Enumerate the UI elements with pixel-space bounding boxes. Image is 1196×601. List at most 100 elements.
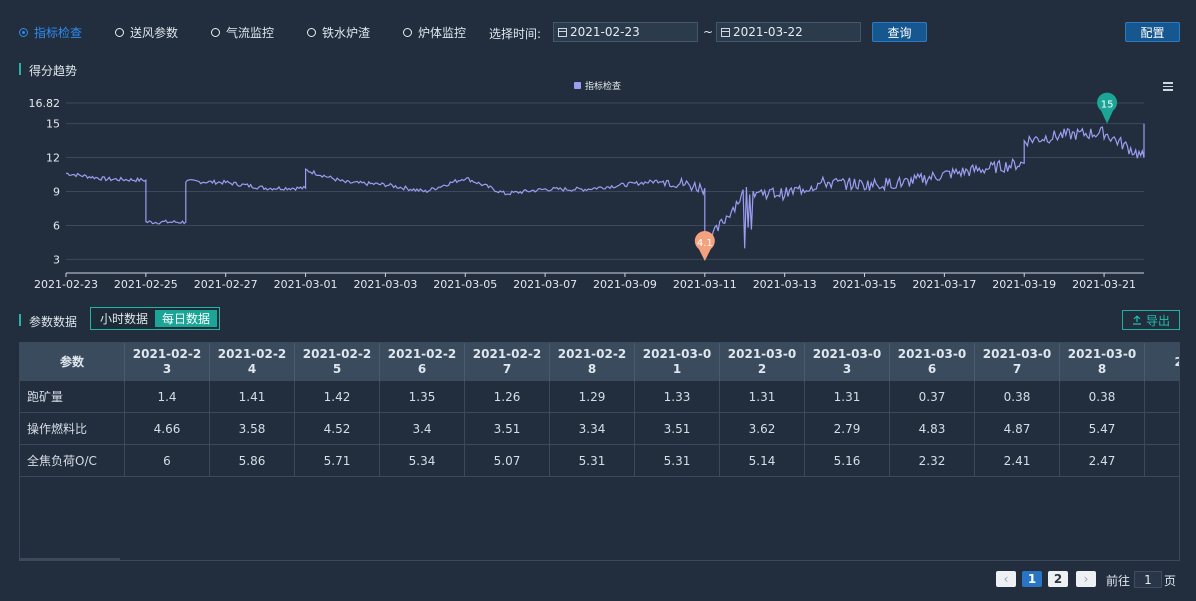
col-header-date: 2021-03-0 1 [634,343,720,381]
col-header-param: 参数 [20,343,125,381]
value-cell: 1.29 [549,381,635,413]
value-cell: 5.34 [379,444,465,477]
date-separator: ~ [703,25,714,39]
x-tick-label: 2021-02-27 [194,278,258,290]
goto-suffix: 页 [1164,574,1177,588]
value-cell: 3.4 [379,412,465,445]
value-cell: 0.37 [889,381,975,413]
goto-prefix: 前往 [1106,574,1131,588]
y-tick-label: 6 [53,219,60,232]
table-row: 操作燃料比 4.66 3.58 4.52 3.4 3.51 3.34 3.51 3.62 2.79… [20,412,1179,445]
value-cell: 3.62 [719,412,805,445]
tab-label: 铁水炉渣 [322,26,371,40]
value-cell [1144,412,1179,445]
col-header-date: 2021-02-2 4 [209,343,295,381]
value-cell: 3.51 [464,412,550,445]
col-header-date: 2021-02-2 8 [549,343,635,381]
x-tick-label: 2021-03-01 [274,278,338,290]
start-date-picker[interactable]: 2021-02-23 [553,22,698,42]
legend-swatch [574,82,581,89]
tab-label: 送风参数 [130,26,179,40]
next-page-button[interactable]: › [1076,571,1096,587]
x-tick-label: 2021-03-15 [833,278,897,290]
tab-label: 炉体监控 [418,26,467,40]
value-cell: 3.34 [549,412,635,445]
tab-label: 指标检查 [34,26,83,40]
value-cell: 5.47 [1059,412,1145,445]
radio-icon [307,28,316,37]
value-cell [1144,381,1179,413]
start-date-value: 2021-02-23 [570,25,640,39]
tab-airflow-monitor[interactable]: 气流监控 [211,24,274,41]
export-button[interactable]: 导出 [1122,310,1180,330]
param-name-cell: 跑矿量 [20,381,125,413]
col-header-date: 2021-03-0 3 [804,343,890,381]
value-cell: 6 [124,444,210,477]
table-scrollbar[interactable] [20,558,120,560]
value-cell: 1.4 [124,381,210,413]
y-tick-label: 15 [46,118,60,131]
value-cell: 3.51 [634,412,720,445]
calendar-icon [721,27,730,37]
radio-icon [19,28,28,37]
goto-page-input[interactable] [1134,571,1162,588]
tab-indicator-check[interactable]: 指标检查 [19,24,82,41]
col-header-date: 2021-02-2 5 [294,343,380,381]
value-cell: 5.07 [464,444,550,477]
value-cell: 1.31 [719,381,805,413]
param-name-cell: 操作燃料比 [20,412,125,445]
query-button[interactable]: 查询 [872,22,927,42]
param-name-cell: 全焦负荷O/C [20,444,125,477]
y-tick-label: 12 [46,152,60,165]
col-header-date: 2021-03-0 7 [974,343,1060,381]
page-1-button[interactable]: 1 [1022,571,1042,587]
chart-menu-icon[interactable] [1163,82,1173,92]
x-tick-label: 2021-03-05 [433,278,497,290]
value-cell: 4.83 [889,412,975,445]
value-cell: 1.35 [379,381,465,413]
value-cell: 5.31 [634,444,720,477]
config-button[interactable]: 配置 [1125,22,1180,42]
legend-label: 指标检查 [585,80,621,92]
prev-page-button[interactable]: ‹ [996,571,1016,587]
value-cell: 0.38 [1059,381,1145,413]
value-cell: 2.47 [1059,444,1145,477]
y-tick-label: 3 [53,253,60,266]
radio-icon [403,28,412,37]
table-row: 跑矿量 1.4 1.41 1.42 1.35 1.26 1.29 1.33 1.31 1.31 0.… [20,381,1179,413]
upload-icon [1132,315,1141,325]
param-table: 参数 2021-02-2 3 2021-02-2 4 2021-02-2 5 2021-… [19,342,1180,561]
marker-label-max: 15 [1101,100,1114,111]
value-cell: 0.38 [974,381,1060,413]
daily-data-toggle[interactable]: 每日数据 [155,310,218,327]
value-cell: 5.16 [804,444,890,477]
col-header-date: 2021-03-0 6 [889,343,975,381]
value-cell: 5.31 [549,444,635,477]
data-granularity-toggle: 小时数据 每日数据 [90,307,221,330]
x-tick-label: 2021-03-13 [753,278,817,290]
param-data-title: 参数数据 [19,313,77,330]
tab-iron-slag[interactable]: 铁水炉渣 [307,24,370,41]
value-cell: 5.86 [209,444,295,477]
value-cell: 1.42 [294,381,380,413]
x-tick-label: 2021-03-11 [673,278,737,290]
calendar-icon [558,27,567,37]
col-header-date: 202 [1144,343,1179,381]
col-header-date: 2021-02-2 6 [379,343,465,381]
radio-icon [115,28,124,37]
value-cell: 4.66 [124,412,210,445]
page-2-button[interactable]: 2 [1048,571,1068,587]
value-cell: 2.41 [974,444,1060,477]
table-row: 全焦负荷O/C 6 5.86 5.71 5.34 5.07 5.31 5.31 5.14 5.16… [20,444,1179,477]
time-filter-label: 选择时间: [489,27,542,41]
value-cell: 4.87 [974,412,1060,445]
hourly-data-toggle[interactable]: 小时数据 [93,310,155,327]
value-cell: 5.71 [294,444,380,477]
col-header-date: 2021-02-2 7 [464,343,550,381]
end-date-picker[interactable]: 2021-03-22 [716,22,861,42]
x-tick-label: 2021-02-25 [114,278,178,290]
tab-furnace-monitor[interactable]: 炉体监控 [403,24,466,41]
tab-blast-params[interactable]: 送风参数 [115,24,178,41]
value-cell: 1.31 [804,381,890,413]
col-header-date: 2021-02-2 3 [124,343,210,381]
